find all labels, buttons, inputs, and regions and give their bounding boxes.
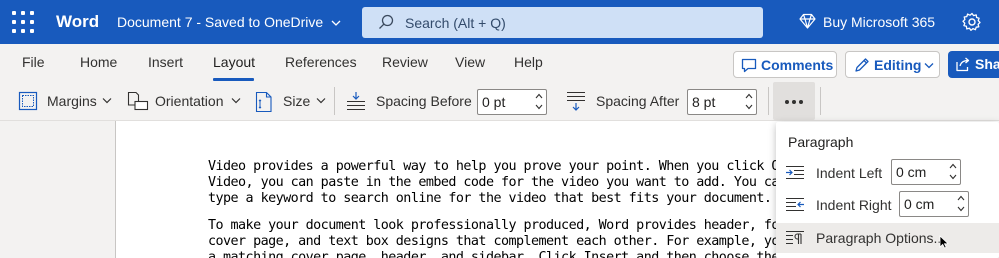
- app-launcher-icon[interactable]: [12, 11, 34, 33]
- spin-up-icon[interactable]: [745, 93, 753, 99]
- size-button[interactable]: Size: [255, 81, 327, 121]
- spacing-before-control: Spacing Before: [346, 81, 472, 121]
- more-dot: [799, 100, 803, 104]
- spin-down-icon[interactable]: [957, 206, 965, 212]
- spin-down-icon[interactable]: [535, 104, 543, 110]
- ribbon-separator: [820, 87, 821, 115]
- document-paragraph-2[interactable]: To make your document look professionall…: [208, 218, 847, 258]
- document-name-label: Document 7 - Saved to OneDrive: [117, 14, 324, 30]
- comment-icon: [741, 58, 757, 73]
- size-label: Size: [283, 93, 311, 109]
- spacing-before-icon: [347, 92, 365, 111]
- share-label: Share: [975, 56, 999, 72]
- page-size-icon: [255, 91, 272, 113]
- spin-up-icon[interactable]: [957, 195, 965, 201]
- indent-left-row: Indent Left: [776, 159, 999, 187]
- search-placeholder: Search (Alt + Q): [405, 15, 506, 31]
- share-icon: [956, 57, 970, 72]
- indent-right-value: 0 cm: [904, 196, 935, 212]
- margins-icon: [18, 91, 38, 111]
- gear-icon[interactable]: [962, 12, 982, 32]
- spacing-after-icon: [567, 91, 585, 111]
- spin-up-icon[interactable]: [949, 163, 957, 169]
- ribbon-separator: [334, 87, 335, 115]
- spacing-before-label: Spacing Before: [376, 93, 472, 109]
- indent-right-label: Indent Right: [816, 197, 892, 213]
- document-paragraph-1[interactable]: Video provides a powerful way to help yo…: [208, 159, 802, 207]
- spacing-before-input[interactable]: 0 pt: [477, 89, 547, 115]
- spacing-before-value: 0 pt: [482, 94, 506, 110]
- chevron-down-icon: [102, 98, 112, 104]
- mouse-cursor-icon: [939, 235, 949, 249]
- tab-view[interactable]: View: [455, 54, 485, 70]
- tab-review[interactable]: Review: [382, 54, 428, 70]
- text-line: cover page, and text box designs that co…: [208, 234, 802, 249]
- more-dot: [792, 100, 796, 104]
- editing-mode-button[interactable]: Editing: [845, 51, 940, 78]
- diamond-icon: [799, 13, 816, 29]
- ribbon-separator: [768, 87, 769, 115]
- margins-label: Margins: [47, 93, 97, 109]
- paragraph-options-label: Paragraph Options...: [816, 230, 946, 246]
- document-name[interactable]: Document 7 - Saved to OneDrive: [117, 14, 341, 30]
- pencil-icon: [855, 58, 869, 72]
- tab-help[interactable]: Help: [514, 54, 543, 70]
- layout-ribbon: Margins Orientation Size Spacing Before …: [0, 81, 999, 121]
- indent-left-value: 0 cm: [896, 164, 927, 180]
- text-line: Video, you can paste in the embed code f…: [208, 175, 802, 190]
- tab-home[interactable]: Home: [80, 54, 117, 70]
- chevron-down-icon: [316, 98, 326, 104]
- text-line: Video provides a powerful way to help yo…: [208, 159, 802, 174]
- spacing-after-label: Spacing After: [596, 93, 680, 109]
- chevron-down-icon: [924, 63, 934, 69]
- text-line: a matching cover page, header, and sideb…: [208, 250, 847, 258]
- spacing-after-input[interactable]: 8 pt: [687, 89, 757, 115]
- spacing-after-value: 8 pt: [692, 94, 716, 110]
- orientation-label: Orientation: [155, 93, 224, 109]
- tab-insert[interactable]: Insert: [148, 54, 183, 70]
- tab-layout[interactable]: Layout: [213, 54, 255, 70]
- orientation-button[interactable]: Orientation: [127, 81, 243, 121]
- margins-button[interactable]: Margins: [18, 81, 116, 121]
- tab-file[interactable]: File: [22, 54, 45, 70]
- buy-label: Buy Microsoft 365: [823, 14, 936, 30]
- spin-down-icon[interactable]: [949, 174, 957, 180]
- editing-label: Editing: [874, 57, 922, 73]
- indent-left-icon: [786, 165, 804, 180]
- app-name[interactable]: Word: [56, 12, 99, 32]
- indent-right-icon: [786, 197, 804, 212]
- more-options-button[interactable]: [773, 82, 815, 120]
- paragraph-panel: Paragraph Indent Left 0 cm Indent Right …: [776, 122, 999, 258]
- search-input[interactable]: Search (Alt + Q): [362, 7, 763, 38]
- search-icon: [379, 14, 394, 29]
- text-line: type a keyword to search online for the …: [208, 191, 772, 206]
- indent-right-input[interactable]: 0 cm: [899, 191, 969, 217]
- chevron-down-icon: [331, 20, 341, 26]
- paragraph-settings-icon: [786, 230, 804, 245]
- more-dot: [785, 100, 789, 104]
- paragraph-panel-title: Paragraph: [788, 134, 854, 150]
- paragraph-options-item[interactable]: Paragraph Options...: [776, 223, 999, 253]
- orientation-icon: [127, 91, 149, 111]
- indent-left-input[interactable]: 0 cm: [891, 159, 961, 185]
- indent-left-label: Indent Left: [816, 165, 883, 181]
- spacing-after-control: Spacing After: [566, 81, 682, 121]
- chevron-down-icon: [231, 98, 241, 104]
- share-button[interactable]: Share: [948, 51, 999, 78]
- comments-button[interactable]: Comments: [733, 51, 837, 78]
- title-bar: Word Document 7 - Saved to OneDrive Sear…: [0, 0, 999, 44]
- spin-up-icon[interactable]: [535, 93, 543, 99]
- text-line: To make your document look professionall…: [208, 218, 802, 233]
- buy-microsoft-365-link[interactable]: Buy Microsoft 365: [799, 13, 936, 30]
- comments-label: Comments: [761, 57, 834, 73]
- tab-references[interactable]: References: [285, 54, 357, 70]
- spin-down-icon[interactable]: [745, 104, 753, 110]
